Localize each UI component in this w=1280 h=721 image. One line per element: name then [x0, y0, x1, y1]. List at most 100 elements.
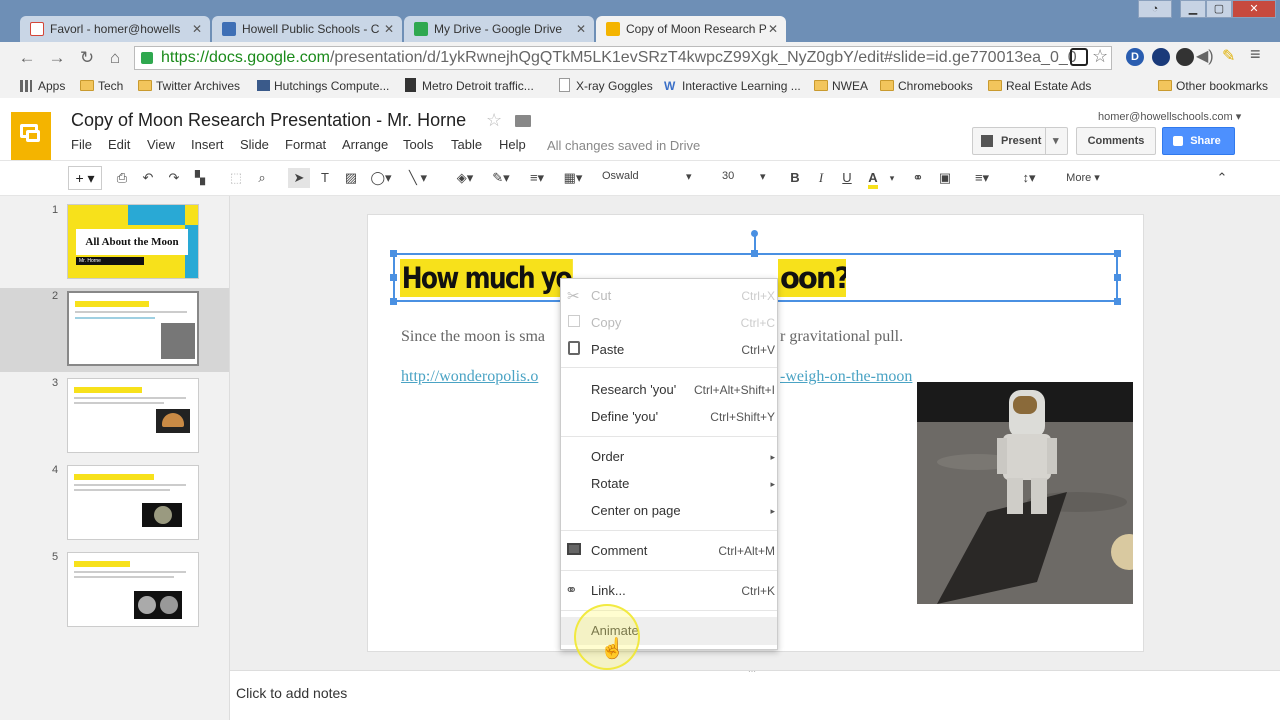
- slide-link-right[interactable]: -weigh-on-the-moon: [780, 368, 912, 386]
- menu-format[interactable]: Format: [285, 137, 326, 152]
- border-weight-icon[interactable]: ≡▾: [522, 168, 552, 188]
- share-button[interactable]: Share: [1162, 127, 1235, 155]
- folder-icon[interactable]: [515, 115, 531, 127]
- comment-icon[interactable]: ▣: [934, 168, 956, 188]
- bookmark-apps[interactable]: Apps: [20, 78, 65, 94]
- menu-icon[interactable]: ≡: [1250, 44, 1261, 65]
- menu-item-copy[interactable]: Copy Ctrl+C: [591, 313, 775, 333]
- slide-thumbnail-3[interactable]: [67, 378, 199, 453]
- notes-drag-handle[interactable]: ⋯: [748, 668, 762, 676]
- save-status[interactable]: All changes saved in Drive: [547, 138, 700, 153]
- menu-insert[interactable]: Insert: [191, 137, 224, 152]
- slide-body-left[interactable]: Since the moon is sma: [401, 328, 545, 346]
- reload-icon[interactable]: ↻: [76, 46, 98, 70]
- bookmark-real-estate-ads[interactable]: Real Estate Ads: [988, 78, 1091, 94]
- address-bar[interactable]: https://docs.google.com/presentation/d/1…: [134, 46, 1112, 70]
- align-icon[interactable]: ≡▾: [968, 168, 996, 188]
- select-cursor-icon[interactable]: ➤: [288, 168, 310, 188]
- menu-edit[interactable]: Edit: [108, 137, 130, 152]
- menu-item-order[interactable]: Order ▸: [591, 447, 775, 467]
- bold-icon[interactable]: B: [786, 168, 804, 188]
- extension-icon[interactable]: [1070, 48, 1088, 66]
- image-icon[interactable]: ▨: [340, 168, 362, 188]
- slides-logo-icon[interactable]: [11, 112, 51, 160]
- menu-table[interactable]: Table: [451, 137, 482, 152]
- forward-icon[interactable]: →: [46, 46, 68, 70]
- italic-icon[interactable]: I: [812, 168, 830, 188]
- bookmark-interactive-learning[interactable]: W Interactive Learning ...: [664, 78, 801, 94]
- slide-thumbnail-1[interactable]: All About the Moon Mr. Horne: [67, 204, 199, 279]
- link-icon[interactable]: ⚭: [906, 168, 930, 188]
- menu-slide[interactable]: Slide: [240, 137, 269, 152]
- menu-item-paste[interactable]: Paste Ctrl+V: [591, 340, 775, 360]
- menu-item-research[interactable]: Research 'you' Ctrl+Alt+Shift+I: [591, 380, 775, 400]
- home-icon[interactable]: ⌂: [104, 46, 126, 70]
- fill-color-icon[interactable]: ◈▾: [450, 168, 480, 188]
- menu-help[interactable]: Help: [499, 137, 526, 152]
- resize-handle[interactable]: [1114, 298, 1121, 305]
- user-icon[interactable]: ◔: [1138, 0, 1172, 18]
- menu-item-rotate[interactable]: Rotate ▸: [591, 474, 775, 494]
- resize-handle[interactable]: [390, 298, 397, 305]
- window-close-icon[interactable]: ✕: [1232, 0, 1276, 18]
- font-select[interactable]: Oswald ▾: [602, 170, 698, 183]
- slide-thumbnail-4[interactable]: [67, 465, 199, 540]
- underline-icon[interactable]: U: [838, 168, 856, 188]
- collapse-icon[interactable]: ⌃: [1212, 168, 1232, 188]
- rotate-handle[interactable]: [751, 230, 758, 237]
- resize-handle[interactable]: [1114, 250, 1121, 257]
- menu-arrange[interactable]: Arrange: [342, 137, 388, 152]
- menu-item-cut[interactable]: Cut Ctrl+X: [591, 286, 775, 306]
- print-icon[interactable]: ⎙: [112, 168, 132, 188]
- close-icon[interactable]: ✕: [768, 16, 778, 42]
- zoom-icon[interactable]: ⌕: [252, 168, 272, 188]
- shape-icon[interactable]: ◯▾: [366, 168, 396, 188]
- close-icon[interactable]: ✕: [576, 16, 586, 42]
- extension-globe-icon[interactable]: [1152, 48, 1170, 66]
- undo-icon[interactable]: ↶: [138, 168, 158, 188]
- text-color-icon[interactable]: A: [862, 168, 884, 189]
- browser-tab-gmail[interactable]: Favorl - homer@howells ✕: [20, 16, 210, 42]
- slide-body-right[interactable]: r gravitational pull.: [780, 328, 903, 346]
- menu-file[interactable]: File: [71, 137, 92, 152]
- menu-item-define[interactable]: Define 'you' Ctrl+Shift+Y: [591, 407, 775, 427]
- select-all-icon[interactable]: ⬚: [226, 168, 246, 188]
- extension-dark-icon[interactable]: [1176, 48, 1194, 66]
- menu-view[interactable]: View: [147, 137, 175, 152]
- slide-title-left[interactable]: How much yo: [400, 259, 573, 297]
- close-icon[interactable]: ✕: [192, 16, 202, 42]
- speaker-notes[interactable]: Click to add notes: [230, 670, 1280, 721]
- maximize-icon[interactable]: ▢: [1206, 0, 1232, 18]
- bookmark-hutchings[interactable]: Hutchings Compute...: [256, 78, 389, 94]
- astronaut-photo[interactable]: [917, 382, 1133, 604]
- extension-d-icon[interactable]: D: [1126, 48, 1144, 66]
- bookmark-other[interactable]: Other bookmarks: [1158, 78, 1268, 94]
- bookmark-metro-detroit[interactable]: Metro Detroit traffic...: [404, 78, 534, 94]
- bookmark-xray-goggles[interactable]: X-ray Goggles: [558, 78, 653, 94]
- font-size-select[interactable]: 30 ▾: [712, 170, 768, 183]
- star-icon[interactable]: ☆: [486, 110, 502, 131]
- chevron-down-icon[interactable]: ▾: [1053, 128, 1059, 154]
- slide-thumbnail-5[interactable]: [67, 552, 199, 627]
- comments-button[interactable]: Comments: [1076, 127, 1156, 155]
- back-icon[interactable]: ←: [16, 46, 38, 70]
- close-icon[interactable]: ✕: [384, 16, 394, 42]
- bookmark-chromebooks[interactable]: Chromebooks: [880, 78, 973, 94]
- bookmark-twitter-archives[interactable]: Twitter Archives: [138, 78, 240, 94]
- resize-handle[interactable]: [1114, 274, 1121, 281]
- menu-item-center-on-page[interactable]: Center on page ▸: [591, 501, 775, 521]
- audio-icon[interactable]: ◀): [1196, 46, 1214, 66]
- menu-tools[interactable]: Tools: [403, 137, 433, 152]
- slide-link-left[interactable]: http://wonderopolis.o: [401, 368, 538, 386]
- resize-handle[interactable]: [390, 250, 397, 257]
- new-slide-button[interactable]: + ▾: [68, 166, 102, 190]
- text-box-icon[interactable]: T: [314, 168, 336, 188]
- menu-item-link[interactable]: Link... Ctrl+K: [591, 581, 775, 601]
- slide-title-right[interactable]: oon?: [778, 259, 846, 297]
- slide-thumbnail-2[interactable]: [67, 291, 199, 366]
- bookmark-nwea[interactable]: NWEA: [814, 78, 868, 94]
- browser-tab-schools[interactable]: Howell Public Schools - C ✕: [212, 16, 402, 42]
- bookmark-tech[interactable]: Tech: [80, 78, 123, 94]
- pencil-icon[interactable]: ✎: [1222, 46, 1235, 66]
- paint-format-icon[interactable]: ▚: [190, 168, 210, 188]
